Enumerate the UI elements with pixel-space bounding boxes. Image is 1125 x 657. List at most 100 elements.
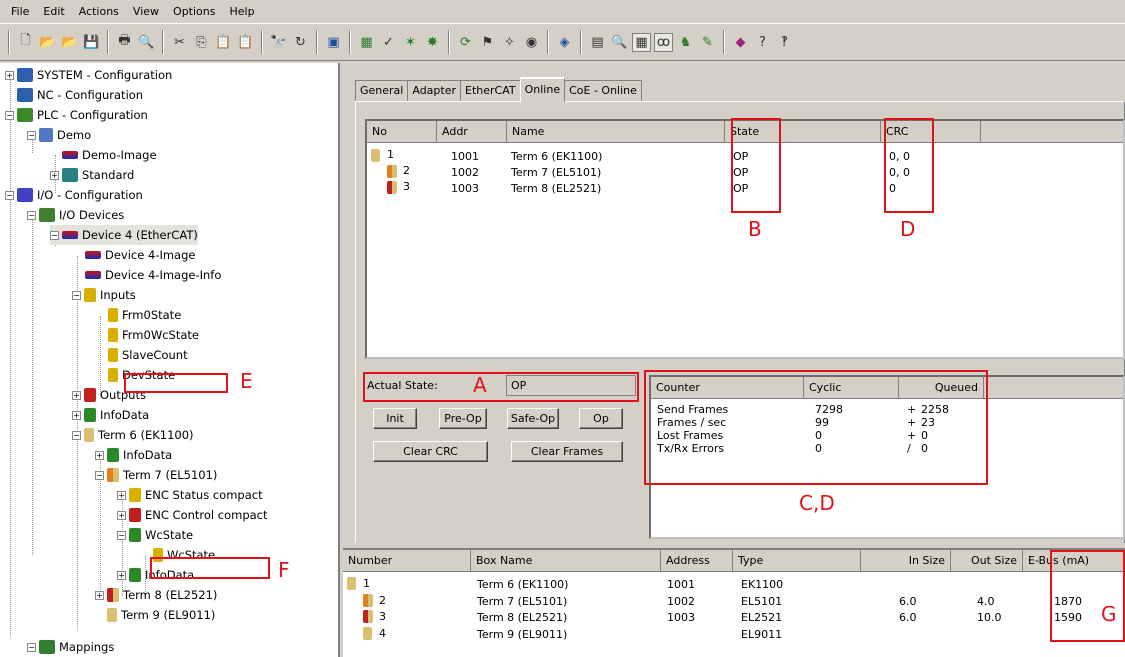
zoom-icon[interactable]: 🔍 xyxy=(610,33,629,52)
table-row[interactable]: 1 xyxy=(371,148,394,162)
free-run-icon[interactable]: ◉ xyxy=(522,33,541,52)
cut-icon[interactable]: ✂ xyxy=(170,33,189,52)
tree-node-system[interactable]: + SYSTEM - Configuration xyxy=(5,65,172,85)
tree-node-wcstate-group[interactable]: − WcState xyxy=(117,525,193,545)
tree-view[interactable]: + SYSTEM - Configuration NC - Configurati… xyxy=(0,63,340,657)
restart-icon[interactable]: ⟳ xyxy=(456,33,475,52)
print-icon[interactable]: 🖶 xyxy=(115,33,134,52)
table-row[interactable]: 2 xyxy=(363,593,386,607)
tree-node-standard[interactable]: + Standard xyxy=(50,165,134,185)
tree-node-enc-control[interactable]: + ENC Control compact xyxy=(117,505,268,525)
tree-node-slavecount[interactable]: SlaveCount xyxy=(108,345,188,365)
menu-help[interactable]: Help xyxy=(222,5,261,18)
col-addr[interactable]: Addr xyxy=(437,121,507,143)
tree-node-term9[interactable]: Term 9 (EL9011) xyxy=(107,605,215,625)
tree-node-infodata[interactable]: + InfoData xyxy=(72,405,149,425)
col-type[interactable]: Type xyxy=(733,550,861,572)
check-icon[interactable]: ✓ xyxy=(379,33,398,52)
tree-node-mappings[interactable]: − Mappings xyxy=(27,637,114,657)
tree-node-enc-status[interactable]: + ENC Status compact xyxy=(117,485,263,505)
op-button[interactable]: Op xyxy=(579,408,623,429)
help-icon[interactable]: ? xyxy=(753,33,772,52)
tree-node-demo-image[interactable]: Demo-Image xyxy=(62,145,157,165)
tree-node-term6-infodata[interactable]: + InfoData xyxy=(95,445,172,465)
col-name[interactable]: Name xyxy=(507,121,725,143)
image-icon xyxy=(62,151,78,159)
preview-icon[interactable]: 🔍 xyxy=(137,33,156,52)
config-icon[interactable]: ⚑ xyxy=(478,33,497,52)
col-number[interactable]: Number xyxy=(343,550,471,572)
grid-icon[interactable]: ▦ xyxy=(632,32,651,52)
menu-edit[interactable]: Edit xyxy=(36,5,71,18)
paste-special-icon[interactable]: 📋 xyxy=(236,33,255,52)
tab-general[interactable]: General xyxy=(355,80,409,102)
cell-addr: 1001 xyxy=(451,150,479,163)
box-list[interactable]: Number Box Name Address Type In Size Out… xyxy=(343,548,1125,657)
clear-frames-button[interactable]: Clear Frames xyxy=(511,441,623,462)
tree-node-io-devices[interactable]: − I/O Devices xyxy=(27,205,124,225)
clear-crc-button[interactable]: Clear CRC xyxy=(373,441,488,462)
tree-node-frm0wcstate[interactable]: Frm0WcState xyxy=(108,325,199,345)
tree-node-term7[interactable]: − Term 7 (EL5101) xyxy=(95,465,217,485)
tab-ethercat[interactable]: EtherCAT xyxy=(460,80,521,102)
col-address[interactable]: Address xyxy=(661,550,733,572)
plc-icon[interactable]: ✸ xyxy=(423,33,442,52)
table-row[interactable]: 1 xyxy=(347,576,370,590)
table-row[interactable]: 2 xyxy=(387,164,410,178)
editor-icon[interactable]: ▤ xyxy=(588,33,607,52)
menu-file[interactable]: File xyxy=(4,5,36,18)
tree-node-term6[interactable]: − Term 6 (EK1100) xyxy=(72,425,194,445)
image-icon xyxy=(85,271,101,279)
tab-coe-online[interactable]: CoE - Online xyxy=(564,80,642,102)
menu-actions[interactable]: Actions xyxy=(72,5,126,18)
paste-icon[interactable]: 📋 xyxy=(214,33,233,52)
tree-node-demo[interactable]: − Demo xyxy=(27,125,91,145)
tree-node-device4-image-info[interactable]: Device 4-Image-Info xyxy=(85,265,221,285)
monitor-icon[interactable]: ▣ xyxy=(324,33,343,52)
graph-icon[interactable]: ♞ xyxy=(676,33,695,52)
col-out-size[interactable]: Out Size xyxy=(951,550,1023,572)
scan-icon[interactable]: ✧ xyxy=(500,33,519,52)
safeop-button[interactable]: Safe-Op xyxy=(507,408,559,429)
copy-icon[interactable]: ⎘ xyxy=(192,33,211,52)
tree-node-frm0state[interactable]: Frm0State xyxy=(108,305,181,325)
toolbar-separator xyxy=(547,30,549,54)
menu-view[interactable]: View xyxy=(126,5,166,18)
table-row[interactable]: 3 xyxy=(363,609,386,623)
init-button[interactable]: Init xyxy=(373,408,417,429)
settings-icon[interactable]: ◈ xyxy=(555,33,574,52)
ads-icon[interactable]: ✎ xyxy=(698,33,717,52)
box-list-header: Number Box Name Address Type In Size Out… xyxy=(343,550,1125,572)
watch-icon[interactable]: ꝏ xyxy=(654,32,673,52)
cell-box: Term 7 (EL5101) xyxy=(477,595,568,608)
tree-node-nc[interactable]: NC - Configuration xyxy=(17,85,143,105)
annotation-g: G xyxy=(1101,602,1117,626)
book-icon[interactable]: ◆ xyxy=(731,33,750,52)
open-icon[interactable]: 📂 xyxy=(38,33,57,52)
tree-node-inputs[interactable]: − Inputs xyxy=(72,285,136,305)
ek1100-icon xyxy=(347,576,356,590)
table-row[interactable]: 4 xyxy=(363,626,386,640)
tab-adapter[interactable]: Adapter xyxy=(407,80,461,102)
io-icon[interactable]: ▦ xyxy=(357,33,376,52)
table-row[interactable]: 3 xyxy=(387,180,410,194)
new-icon[interactable]: 🗋 xyxy=(16,33,35,52)
menu-options[interactable]: Options xyxy=(166,5,222,18)
tab-online[interactable]: Online xyxy=(519,77,566,102)
tree-node-device4[interactable]: − Device 4 (EtherCAT) xyxy=(50,225,198,245)
activate-icon[interactable]: ✶ xyxy=(401,33,420,52)
tree-node-device4-image[interactable]: Device 4-Image xyxy=(85,245,195,265)
tree-node-plc[interactable]: − PLC - Configuration xyxy=(5,105,148,125)
col-box-name[interactable]: Box Name xyxy=(471,550,661,572)
find-next-icon[interactable]: ↻ xyxy=(291,33,310,52)
col-in-size[interactable]: In Size xyxy=(861,550,951,572)
infodata-icon xyxy=(129,568,141,582)
whatsthis-icon[interactable]: ‽ xyxy=(775,33,794,52)
preop-button[interactable]: Pre-Op xyxy=(439,408,487,429)
tree-node-term8[interactable]: + Term 8 (EL2521) xyxy=(95,585,217,605)
open-project-icon[interactable]: 📂 xyxy=(60,33,79,52)
save-icon[interactable]: 💾 xyxy=(82,33,101,52)
col-no[interactable]: No xyxy=(367,121,437,143)
tree-node-io[interactable]: − I/O - Configuration xyxy=(5,185,143,205)
find-icon[interactable]: 🔭 xyxy=(269,33,288,52)
